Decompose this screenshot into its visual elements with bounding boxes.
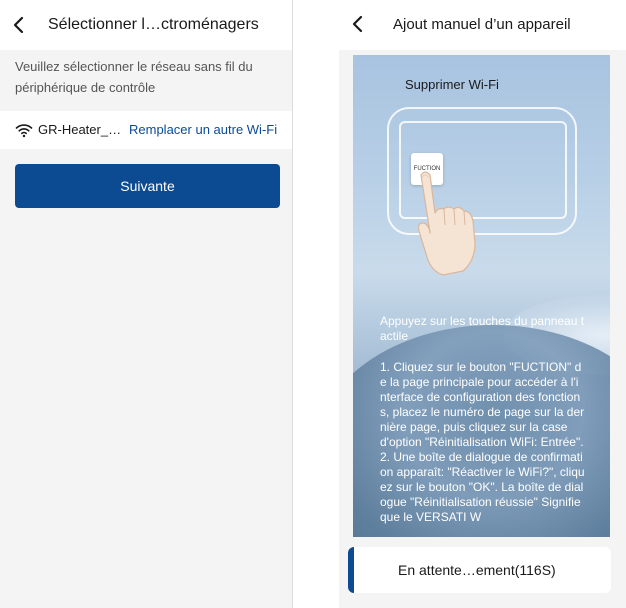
header: Sélectionner l…ctroménagers (0, 0, 292, 50)
chevron-left-icon[interactable] (347, 13, 369, 35)
chevron-left-icon[interactable] (8, 14, 30, 36)
page-title: Ajout manuel d’un appareil (393, 16, 571, 33)
setup-steps: 1. Cliquez sur le bouton "FUCTION" de la… (380, 360, 585, 524)
wifi-name: GR-Heater_… (38, 122, 122, 137)
page-title: Sélectionner l…ctroménagers (48, 16, 259, 33)
status-accent (348, 547, 354, 593)
instruction-text: Appuyez sur les touches du panneau tacti… (380, 314, 585, 525)
replace-wifi-link[interactable]: Remplacer un autre Wi-Fi (129, 122, 277, 137)
status-text: En attente…ement(116S) (398, 562, 556, 578)
wifi-icon (15, 124, 33, 138)
header: Ajout manuel d’un appareil (339, 0, 626, 50)
network-instruction: Veuillez sélectionner le réseau sans fil… (15, 59, 253, 95)
touch-instruction: Appuyez sur les touches du panneau tacti… (380, 314, 585, 343)
pointing-hand-icon (417, 171, 476, 276)
right-screen: Ajout manuel d’un appareil Supprimer Wi-… (339, 0, 626, 608)
setup-guide-image: Supprimer Wi-Fi FUCTION Appuyez sur les … (353, 55, 610, 537)
waiting-status-bar: En attente…ement(116S) (348, 547, 611, 593)
delete-wifi-label: Supprimer Wi-Fi (405, 77, 499, 92)
left-screen: Sélectionner l…ctroménagers Veuillez sél… (0, 0, 293, 608)
next-button[interactable]: Suivante (15, 164, 280, 208)
wifi-network-row[interactable]: GR-Heater_… Remplacer un autre Wi-Fi (0, 111, 292, 149)
